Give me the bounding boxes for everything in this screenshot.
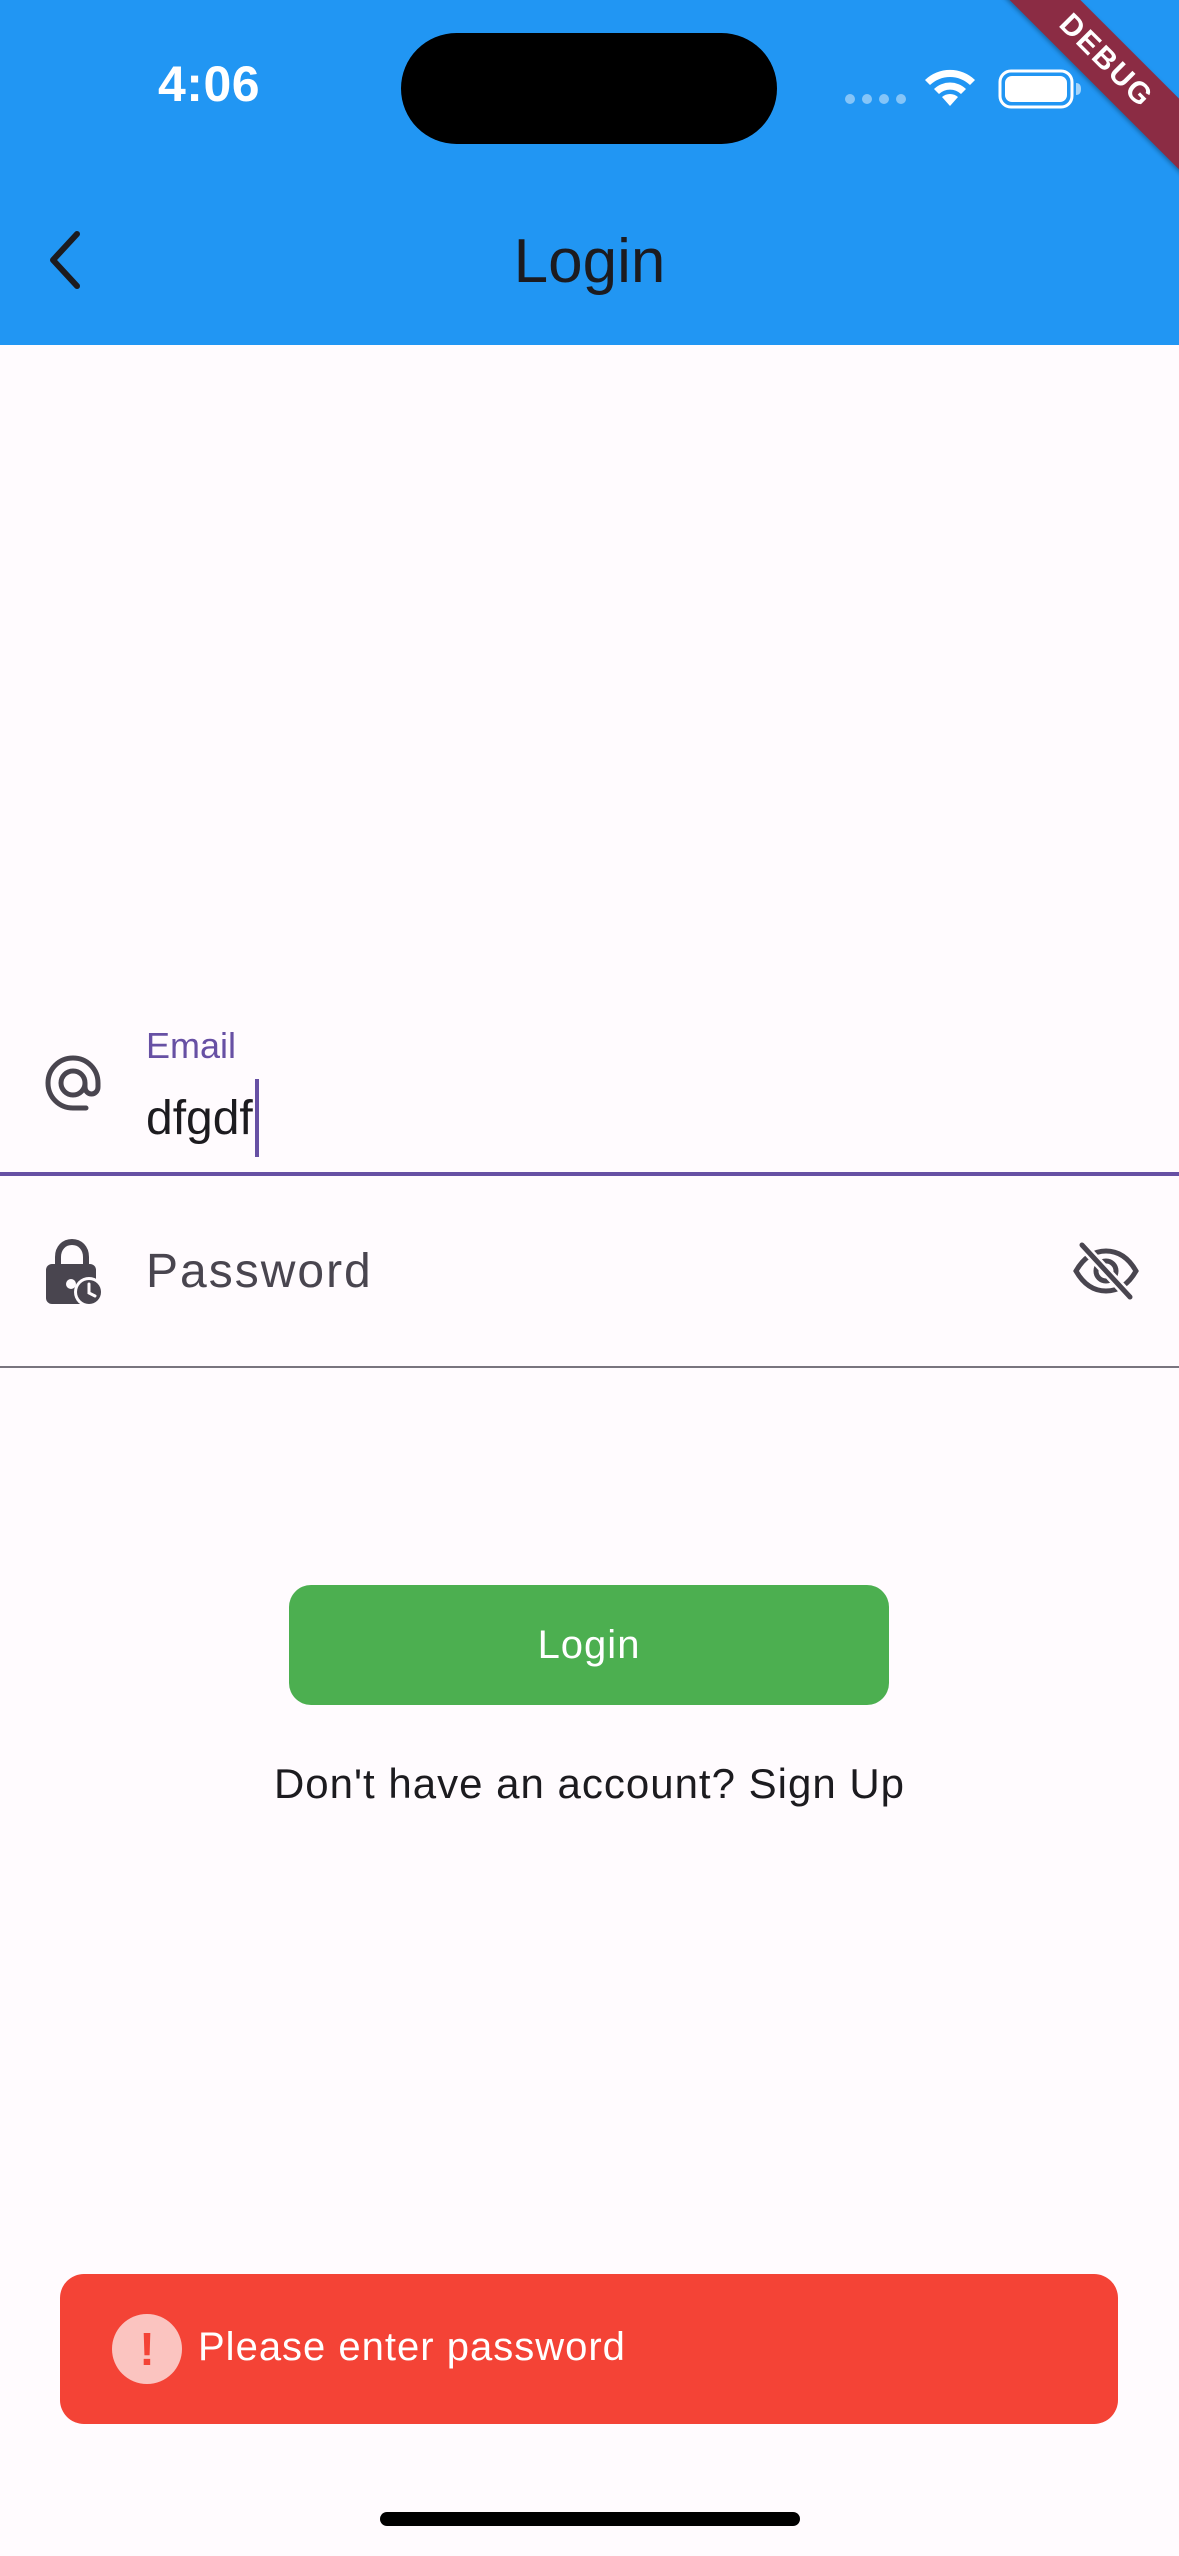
text-cursor — [254, 1079, 259, 1157]
login-screen: 4:06 DEBUG Login Email dfgdf Password Lo… — [0, 0, 1179, 2556]
battery-icon — [998, 69, 1081, 109]
email-underline — [0, 1172, 1179, 1176]
error-snackbar: ! Please enter password — [60, 2274, 1118, 2424]
error-icon: ! — [112, 2314, 182, 2384]
dynamic-island — [401, 33, 777, 144]
password-underline — [0, 1366, 1179, 1368]
signup-link[interactable]: Don't have an account? Sign Up — [0, 1760, 1179, 1808]
home-indicator[interactable] — [380, 2512, 800, 2526]
email-field[interactable]: Email dfgdf — [0, 1000, 1179, 1176]
email-input-text: dfgdf — [146, 1091, 253, 1145]
password-input[interactable]: Password — [146, 1244, 373, 1299]
email-input[interactable]: dfgdf — [146, 1079, 259, 1157]
login-button[interactable]: Login — [289, 1585, 889, 1705]
email-label: Email — [146, 1025, 237, 1066]
password-field[interactable]: Password — [0, 1178, 1179, 1368]
wifi-icon — [925, 69, 975, 106]
at-sign-icon — [38, 1048, 108, 1118]
password-visibility-toggle[interactable] — [1068, 1233, 1144, 1309]
lock-clock-icon — [38, 1233, 110, 1313]
page-title: Login — [513, 227, 666, 296]
cellular-signal-icon — [845, 94, 906, 104]
visibility-off-icon — [1073, 1241, 1139, 1301]
snackbar-message: Please enter password — [198, 2325, 626, 2369]
app-bar: 4:06 DEBUG Login — [0, 0, 1179, 345]
status-time: 4:06 — [158, 56, 261, 112]
